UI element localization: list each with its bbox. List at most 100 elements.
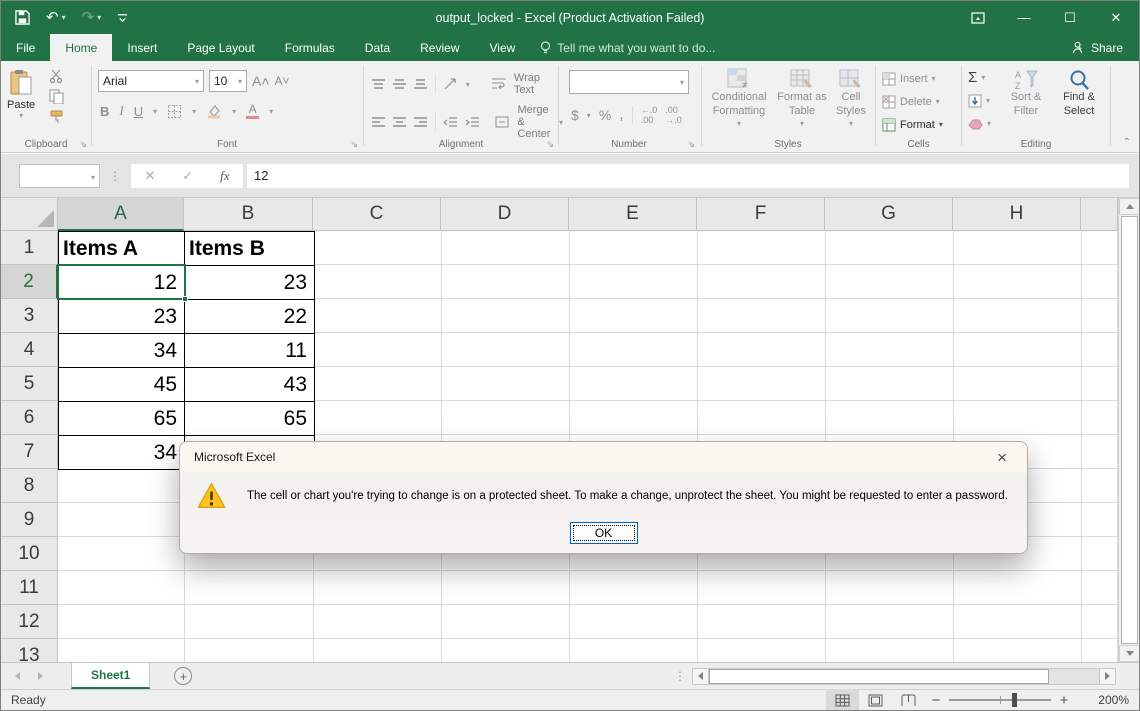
number-dialog-launcher-icon[interactable]: ⇘ [687,139,695,150]
paste-button[interactable]: Paste ▾ [7,69,35,120]
clear-button[interactable]: ▾ [968,114,991,133]
scroll-up-icon[interactable] [1119,198,1140,215]
font-dialog-launcher-icon[interactable]: ⇘ [350,139,358,150]
increase-font-size-icon[interactable]: A˄ [252,73,270,89]
previous-sheet-icon[interactable] [15,672,20,680]
middle-align-icon[interactable] [393,79,406,90]
column-header-e[interactable]: E [569,198,697,231]
column-header-a[interactable]: A [58,198,184,231]
increase-indent-icon[interactable] [465,117,479,128]
delete-cells-button[interactable]: Delete▾ [882,90,943,113]
wrap-text-label[interactable]: Wrap Text [514,72,558,96]
ok-button[interactable]: OK [570,522,638,544]
cell-B5[interactable]: 43 [185,368,315,402]
bottom-align-icon[interactable] [414,79,427,90]
find-select-button[interactable]: Find & Select [1054,69,1104,119]
tab-home[interactable]: Home [50,34,112,61]
cell-B4[interactable]: 11 [185,334,315,368]
cell-B6[interactable]: 65 [185,402,315,436]
row-header-8[interactable]: 8 [1,469,58,503]
cell-A4[interactable]: 34 [59,334,185,368]
insert-function-icon[interactable]: fx [220,168,229,184]
conditional-formatting-button[interactable]: ≠ Conditional Formatting ▾ [706,67,772,128]
column-header-g[interactable]: G [825,198,953,231]
page-layout-view-icon[interactable] [859,689,892,711]
ribbon-display-options-icon[interactable] [955,1,1001,34]
horizontal-scrollbar[interactable] [692,667,1116,685]
collapse-ribbon-icon[interactable]: ⌃ [1123,137,1131,148]
horizontal-scroll-thumb[interactable] [709,669,1049,684]
undo-button[interactable]: ↶▾ [46,10,66,25]
tab-page-layout[interactable]: Page Layout [172,34,269,61]
borders-icon[interactable] [167,104,182,119]
select-all-corner[interactable] [1,198,58,231]
currency-format-button[interactable]: $ [571,107,579,123]
cancel-entry-icon[interactable]: ✕ [144,168,155,184]
fill-color-icon[interactable] [206,104,222,119]
tab-file[interactable]: File [1,34,50,61]
cell-A5[interactable]: 45 [59,368,185,402]
zoom-slider-thumb[interactable] [1012,693,1017,707]
share-button[interactable]: Share [1056,34,1139,61]
column-header-partial[interactable] [1081,198,1118,231]
zoom-in-icon[interactable]: + [1053,692,1075,709]
row-header-1[interactable]: 1 [1,231,58,265]
confirm-entry-icon[interactable]: ✓ [182,168,193,184]
increase-decimal-icon[interactable]: ←.0.00 [641,105,658,125]
redo-button[interactable]: ↷▾ [82,10,102,25]
row-header-9[interactable]: 9 [1,503,58,537]
scroll-left-icon[interactable] [692,668,709,685]
percent-format-button[interactable]: % [599,107,611,123]
bold-button[interactable]: B [100,104,109,119]
scroll-down-icon[interactable] [1119,645,1140,662]
alignment-dialog-launcher-icon[interactable]: ⇘ [546,139,554,150]
format-painter-icon[interactable] [49,110,64,124]
cell-B1[interactable]: Items B [185,232,315,266]
number-format-combo[interactable]: ▾ [569,70,689,94]
close-button[interactable]: ✕ [1093,1,1139,34]
decrease-decimal-icon[interactable]: .00→.0 [665,105,682,125]
orientation-icon[interactable] [444,78,458,90]
row-header-6[interactable]: 6 [1,401,58,435]
minimize-button[interactable]: — [1001,1,1047,34]
normal-view-icon[interactable] [826,689,859,711]
cell-B3[interactable]: 22 [185,300,315,334]
cell-A6[interactable]: 65 [59,402,185,436]
decrease-indent-icon[interactable] [443,117,457,128]
zoom-slider[interactable] [949,699,1051,701]
tab-view[interactable]: View [475,34,531,61]
column-header-h[interactable]: H [953,198,1081,231]
top-align-icon[interactable] [372,79,385,90]
align-right-icon[interactable] [414,117,427,128]
row-header-11[interactable]: 11 [1,571,58,605]
maximize-button[interactable]: ☐ [1047,1,1093,34]
name-box[interactable]: ▾ [19,164,100,188]
sheet-tab-sheet1[interactable]: Sheet1 [71,663,150,689]
sort-filter-button[interactable]: AZ Sort & Filter [1002,69,1050,119]
vertical-scroll-thumb[interactable] [1121,216,1138,644]
page-break-view-icon[interactable] [892,689,925,711]
zoom-level[interactable]: 200% [1079,693,1129,707]
align-left-icon[interactable] [372,117,385,128]
format-as-table-button[interactable]: Format as Table ▾ [774,67,830,128]
cell-A7[interactable]: 34 [59,436,185,470]
merge-center-label[interactable]: Merge & Center [517,104,551,140]
comma-format-button[interactable]: , [619,106,623,124]
row-header-2[interactable]: 2 [1,265,58,299]
copy-icon[interactable] [49,89,64,104]
row-header-7[interactable]: 7 [1,435,58,469]
tab-data[interactable]: Data [350,34,405,61]
vertical-scrollbar[interactable] [1118,198,1140,662]
column-header-f[interactable]: F [697,198,825,231]
column-header-c[interactable]: C [313,198,441,231]
next-sheet-icon[interactable] [38,672,43,680]
dialog-close-icon[interactable]: × [991,449,1013,466]
save-icon[interactable] [15,10,30,25]
row-header-10[interactable]: 10 [1,537,58,571]
cell-B2[interactable]: 23 [185,266,315,300]
font-name-combo[interactable]: Arial▾ [98,70,204,92]
clipboard-dialog-launcher-icon[interactable]: ⇘ [79,139,87,150]
decrease-font-size-icon[interactable]: A˅ [275,74,290,88]
insert-cells-button[interactable]: Insert▾ [882,67,943,90]
row-header-13[interactable]: 13 [1,639,58,662]
